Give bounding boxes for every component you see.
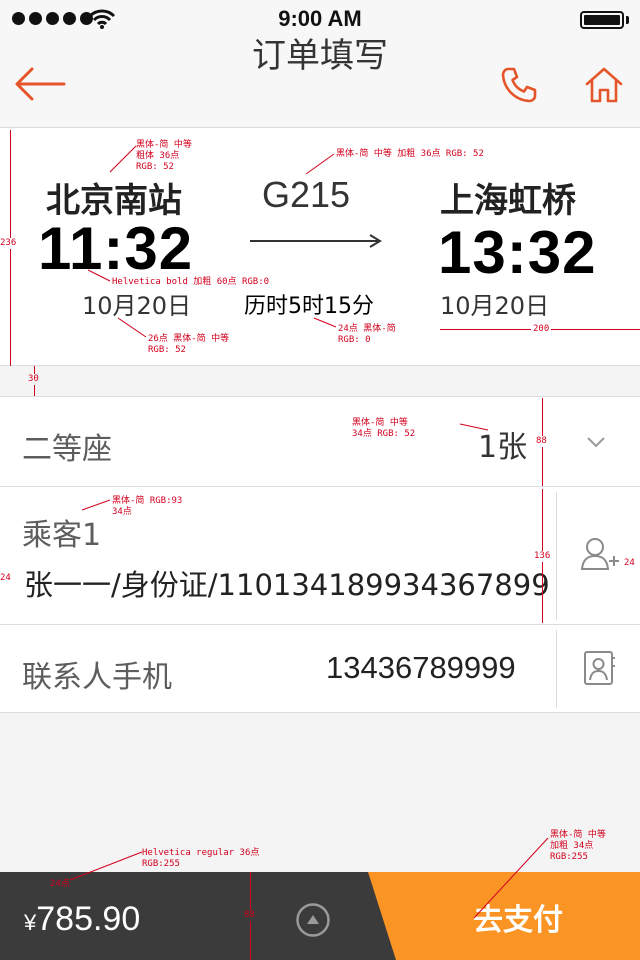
annotation-leader-lines [69, 145, 549, 919]
